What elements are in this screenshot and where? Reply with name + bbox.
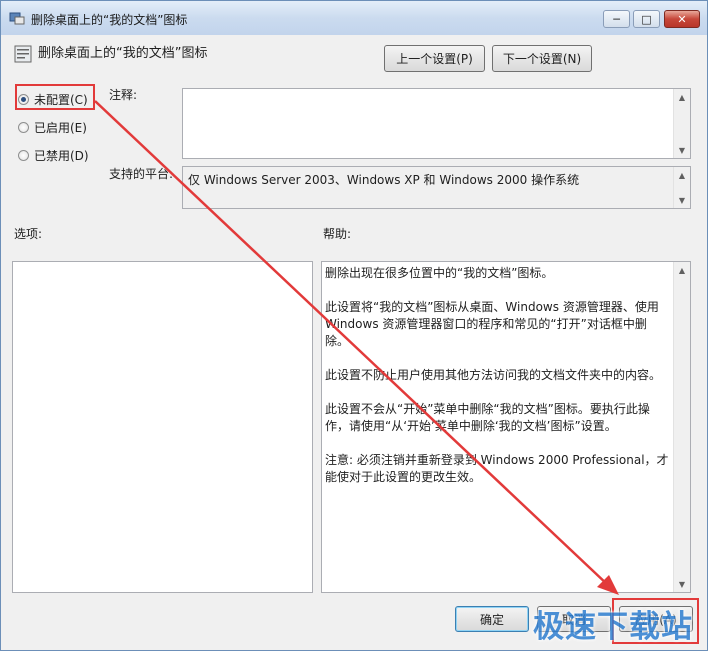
annotation-arrow [94, 100, 619, 595]
group-policy-setting-dialog: 删除桌面上的“我的文档”图标 ─ □ ✕ 删除桌面上的“我的文档”图标 上一个设… [0, 0, 708, 651]
watermark-text: 极速下载站 [533, 609, 693, 645]
